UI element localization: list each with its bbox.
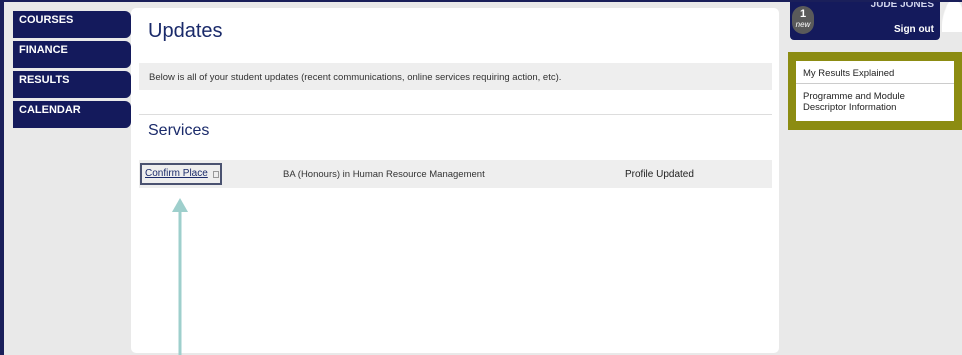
user-name: JUDE JONES [870,0,934,10]
help-links-list: My Results Explained Programme and Modul… [796,61,954,121]
pointer-arrow-icon [172,198,188,355]
services-heading: Services [148,122,210,139]
notification-label: new [795,20,811,29]
nav-courses[interactable]: COURSES [13,11,131,38]
help-links-box: My Results Explained Programme and Modul… [788,52,962,130]
external-link-icon [213,171,219,178]
sign-out-link[interactable]: Sign out [894,24,934,35]
page-title: Updates [148,20,223,42]
divider [139,114,772,115]
notification-badge[interactable]: 1 new [792,6,814,34]
user-box: 1 new JUDE JONES Sign out [790,2,940,40]
nav-results[interactable]: RESULTS [13,71,131,98]
link-results-explained[interactable]: My Results Explained [803,68,894,79]
updates-panel: Updates Below is all of your student upd… [131,8,779,353]
service-row: Confirm Place BA (Honours) in Human Reso… [139,160,772,188]
intro-text: Below is all of your student updates (re… [149,72,562,83]
intro-box: Below is all of your student updates (re… [139,63,772,90]
confirm-place-link[interactable]: Confirm Place [140,163,222,185]
link-divider [796,83,954,84]
nav-finance[interactable]: FINANCE [13,41,131,68]
avatar-icon[interactable] [942,2,962,32]
link-programme-info[interactable]: Programme and Module Descriptor Informat… [803,91,933,113]
nav-calendar[interactable]: CALENDAR [13,101,131,128]
service-status: Profile Updated [625,169,694,180]
course-name: BA (Honours) in Human Resource Managemen… [283,169,485,180]
portal-window: COURSES FINANCE RESULTS CALENDAR Updates… [0,0,962,355]
confirm-place-label: Confirm Place [145,168,208,179]
notification-count: 1 [799,8,807,20]
